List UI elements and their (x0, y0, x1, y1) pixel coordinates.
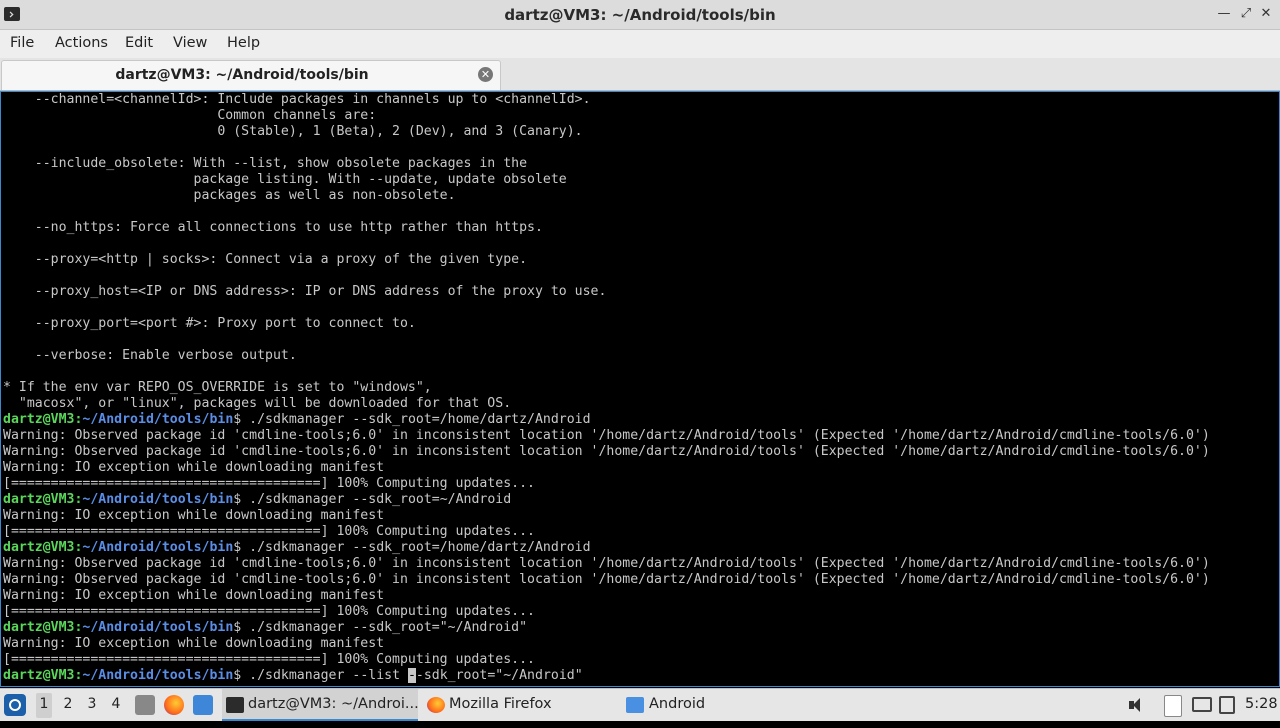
text-cursor: - (407, 668, 416, 683)
terminal-line: Warning: IO exception while downloading … (3, 588, 385, 603)
terminal-line: --proxy_port=<port #>: Proxy port to con… (3, 316, 416, 331)
terminal-line: Warning: IO exception while downloading … (3, 460, 385, 475)
clipboard-icon[interactable] (1164, 695, 1182, 717)
menu-file[interactable]: File (10, 35, 34, 51)
task-terminal-label: dartz@VM3: ~/Androi... (248, 696, 419, 712)
terminal-line: * If the env var REPO_OS_OVERRIDE is set… (3, 380, 432, 395)
terminal-line: Warning: IO exception while downloading … (3, 636, 385, 651)
terminal-tab[interactable]: dartz@VM3: ~/Android/tools/bin ✕ (1, 60, 501, 90)
terminal-line: dartz@VM3:~/Android/tools/bin$ ./sdkmana… (3, 492, 1210, 508)
menu-edit[interactable]: Edit (125, 35, 153, 51)
prompt-user: dartz@VM3 (3, 492, 75, 507)
terminal-line: Warning: Observed package id 'cmdline-to… (3, 572, 1210, 587)
prompt-user: dartz@VM3 (3, 668, 75, 683)
firefox-icon (427, 697, 445, 713)
terminal-line: [=======================================… (3, 652, 535, 667)
menu-bar: File Actions Edit View Help (0, 30, 1280, 58)
terminal-line: Warning: Observed package id 'cmdline-to… (3, 428, 1210, 443)
terminal-line: --verbose: Enable verbose output. (3, 348, 297, 363)
show-desktop-icon[interactable] (193, 695, 213, 715)
terminal-line: [=======================================… (3, 476, 535, 491)
terminal-line: [=======================================… (3, 604, 535, 619)
workspace-2[interactable]: 2 (60, 696, 76, 728)
terminal-line: 0 (Stable), 1 (Beta), 2 (Dev), and 3 (Ca… (3, 124, 583, 139)
window-titlebar[interactable]: dartz@VM3: ~/Android/tools/bin — ⤢ ✕ (0, 0, 1280, 30)
firefox-icon[interactable] (164, 695, 184, 715)
task-firefox-label: Mozilla Firefox (449, 696, 552, 712)
terminal-line: --proxy=<http | socks>: Connect via a pr… (3, 252, 528, 267)
folder-icon (626, 697, 644, 713)
terminal-output[interactable]: --channel=<channelId>: Include packages … (0, 91, 1280, 687)
command-text: -sdk_root="~/Android" (415, 668, 583, 683)
maximize-button[interactable]: ⤢ (1238, 6, 1254, 22)
terminal-line: dartz@VM3:~/Android/tools/bin$ ./sdkmana… (3, 540, 1210, 556)
workspace-3[interactable]: 3 (84, 696, 100, 728)
terminal-lines: --channel=<channelId>: Include packages … (3, 92, 1210, 684)
terminal-line: package listing. With --update, update o… (3, 172, 567, 187)
command-text: $ ./sdkmanager --sdk_root=~/Android (233, 492, 512, 507)
task-terminal[interactable]: dartz@VM3: ~/Androi... (222, 689, 419, 721)
clock[interactable]: 5:28 (1245, 696, 1278, 728)
terminal-line: Warning: IO exception while downloading … (3, 508, 385, 523)
command-text: $ ./sdkmanager --sdk_root=/home/dartz/An… (233, 540, 591, 555)
start-menu-icon[interactable] (4, 694, 26, 716)
terminal-line: dartz@VM3:~/Android/tools/bin$ ./sdkmana… (3, 668, 1210, 684)
network-icon[interactable] (1219, 696, 1235, 714)
command-text: $ ./sdkmanager --sdk_root=/home/dartz/An… (233, 412, 591, 427)
terminal-line: packages as well as non-obsolete. (3, 188, 456, 203)
menu-help[interactable]: Help (227, 35, 260, 51)
workspace-4[interactable]: 4 (108, 696, 124, 728)
terminal-line: Common channels are: (3, 108, 377, 123)
prompt-user: dartz@VM3 (3, 540, 75, 555)
tab-label: dartz@VM3: ~/Android/tools/bin (115, 67, 369, 83)
files-icon[interactable] (135, 695, 155, 715)
taskbar: 1 2 3 4 dartz@VM3: ~/Androi... Mozilla F… (0, 688, 1280, 721)
task-folder-label: Android (649, 696, 706, 712)
minimize-button[interactable]: — (1216, 6, 1232, 22)
command-text: $ ./sdkmanager --list (233, 668, 408, 683)
task-firefox[interactable]: Mozilla Firefox (424, 689, 620, 721)
prompt-path: ~/Android/tools/bin (82, 620, 234, 635)
terminal-line: "macosx", or "linux", packages will be d… (3, 396, 512, 411)
terminal-line: --proxy_host=<IP or DNS address>: IP or … (3, 284, 607, 299)
prompt-path: ~/Android/tools/bin (82, 540, 234, 555)
terminal-line: Warning: Observed package id 'cmdline-to… (3, 556, 1210, 571)
menu-actions[interactable]: Actions (55, 35, 108, 51)
window-title: dartz@VM3: ~/Android/tools/bin (504, 6, 776, 24)
terminal-line: dartz@VM3:~/Android/tools/bin$ ./sdkmana… (3, 620, 1210, 636)
monitor-icon[interactable] (1192, 697, 1212, 712)
prompt-path: ~/Android/tools/bin (82, 668, 234, 683)
volume-icon[interactable] (1127, 696, 1145, 714)
prompt-user: dartz@VM3 (3, 412, 75, 427)
command-text: $ ./sdkmanager --sdk_root="~/Android" (233, 620, 528, 635)
prompt-user: dartz@VM3 (3, 620, 75, 635)
prompt-path: ~/Android/tools/bin (82, 412, 234, 427)
close-tab-icon[interactable]: ✕ (478, 67, 493, 82)
terminal-line: --include_obsolete: With --list, show ob… (3, 156, 528, 171)
close-window-button[interactable]: ✕ (1258, 6, 1274, 22)
tab-bar: dartz@VM3: ~/Android/tools/bin ✕ (0, 58, 1280, 91)
workspace-1[interactable]: 1 (36, 693, 52, 718)
task-folder[interactable]: Android (624, 689, 820, 721)
terminal-line: --channel=<channelId>: Include packages … (3, 92, 591, 107)
terminal-line: --no_https: Force all connections to use… (3, 220, 543, 235)
terminal-line: Warning: Observed package id 'cmdline-to… (3, 444, 1210, 459)
menu-view[interactable]: View (173, 35, 207, 51)
terminal-line: dartz@VM3:~/Android/tools/bin$ ./sdkmana… (3, 412, 1210, 428)
terminal-icon (226, 697, 244, 713)
terminal-line: [=======================================… (3, 524, 535, 539)
prompt-path: ~/Android/tools/bin (82, 492, 234, 507)
